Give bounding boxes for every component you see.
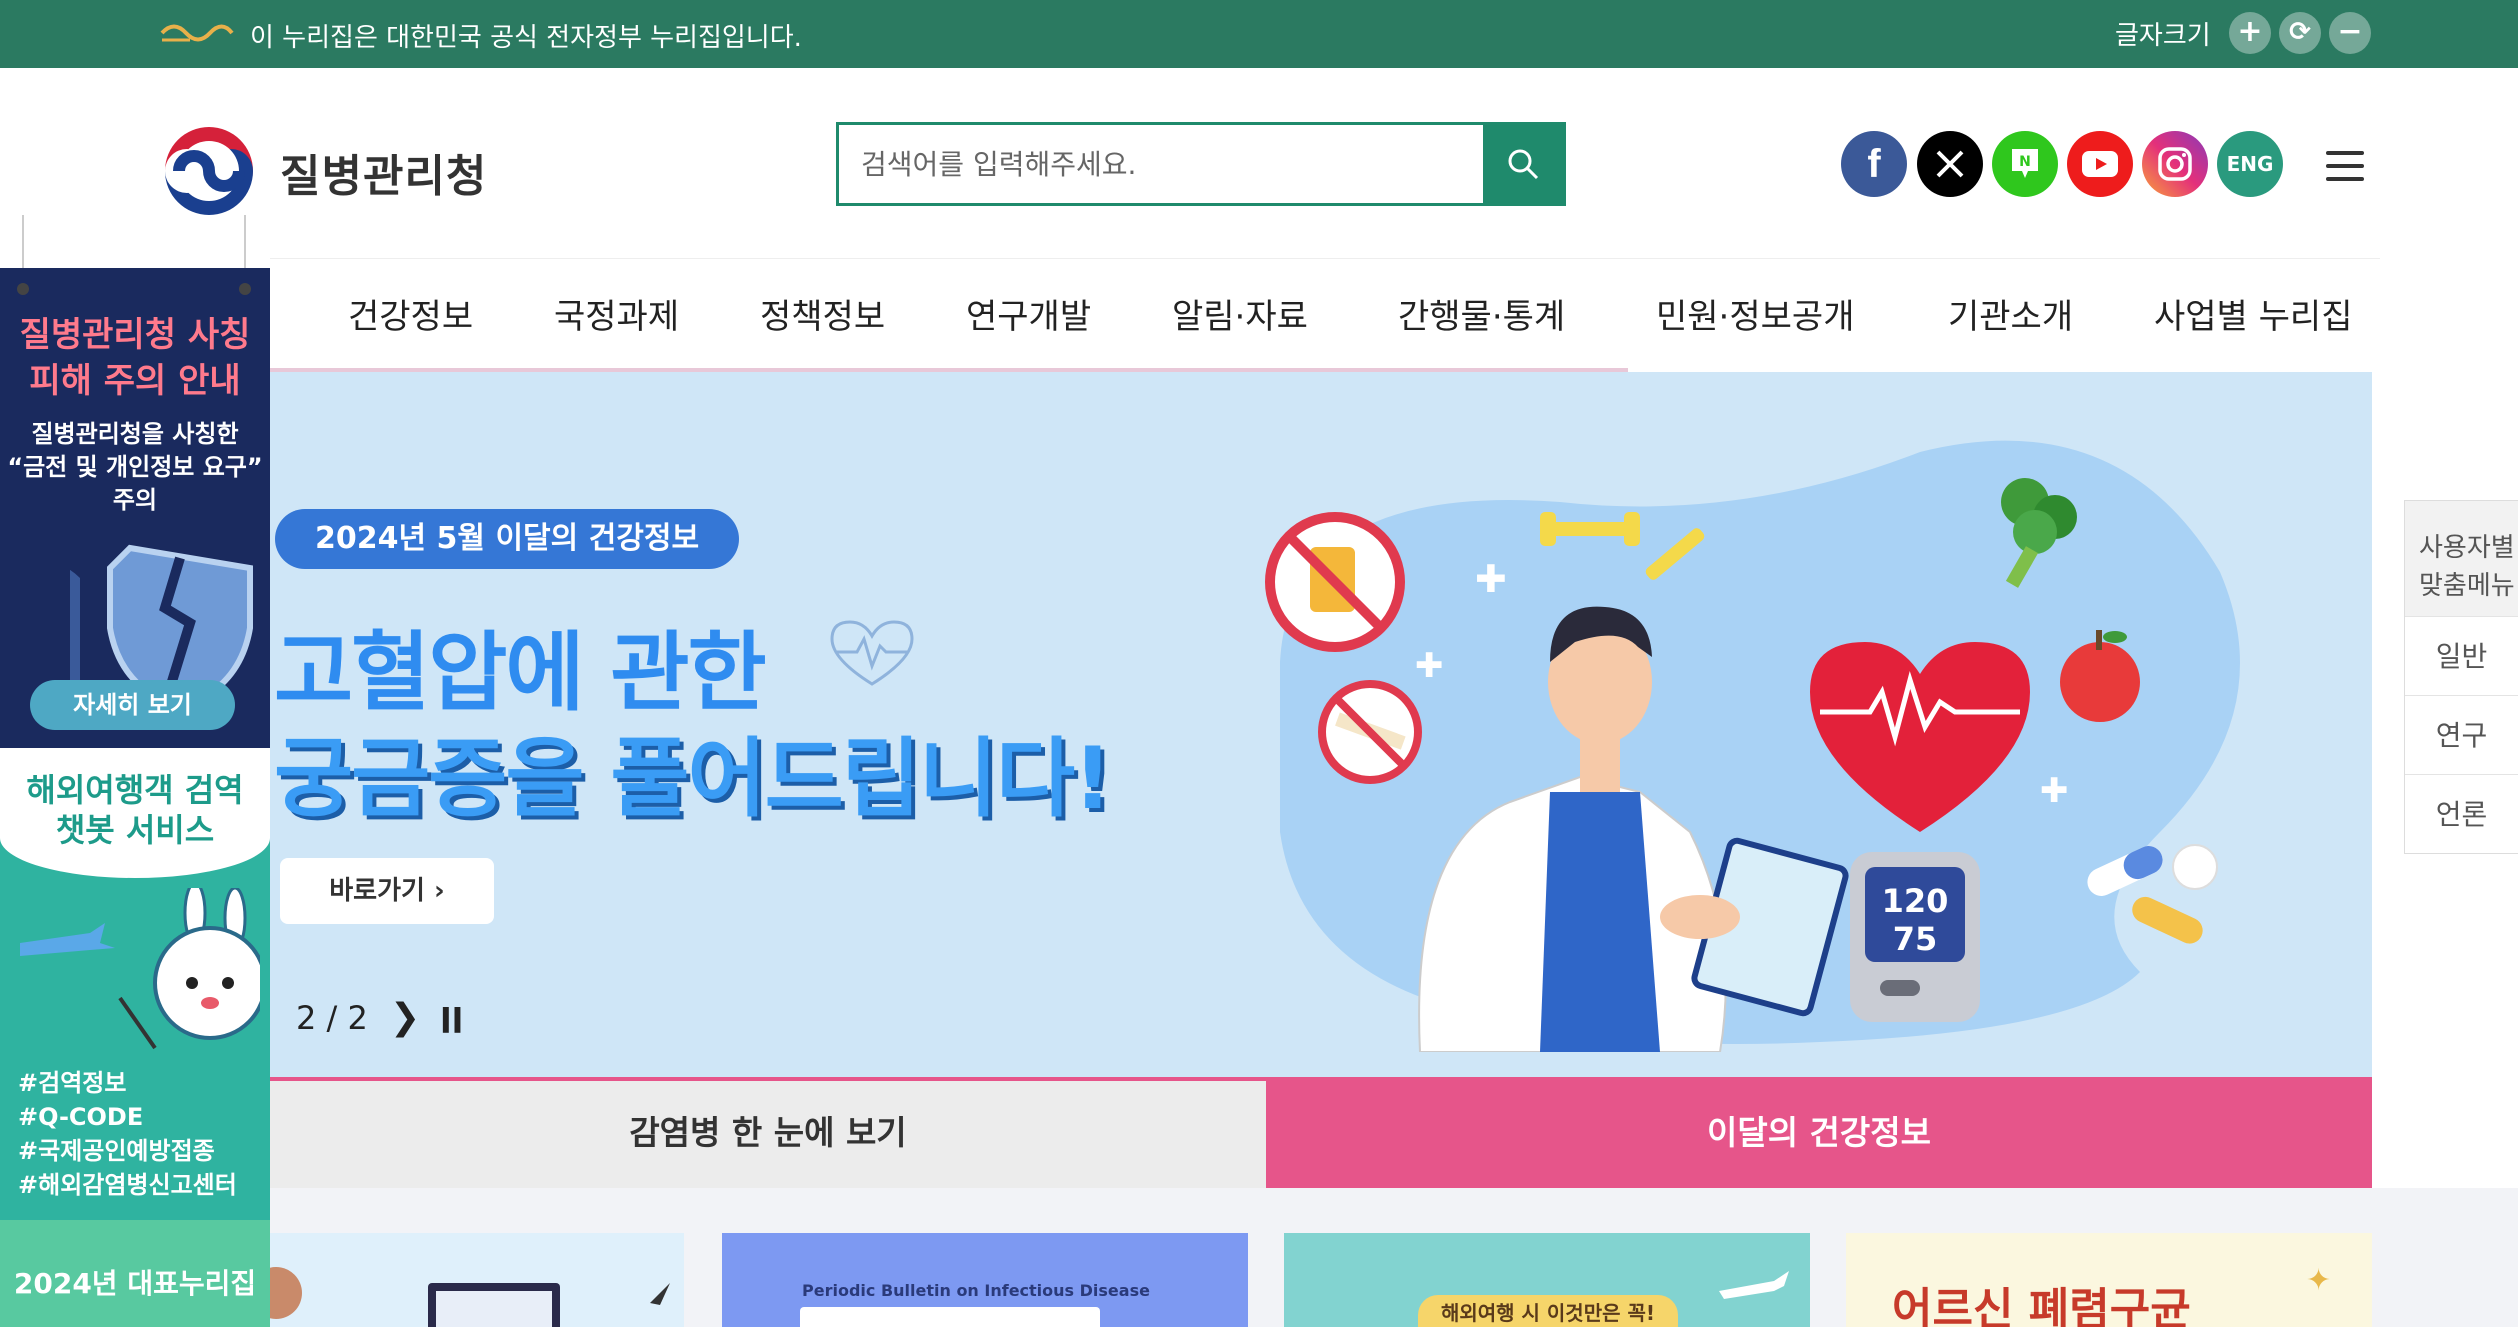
- gnb-policy-info[interactable]: 정책정보: [760, 289, 885, 338]
- blood-pressure-monitor-icon: 120 75: [1850, 852, 1980, 1022]
- monitor-illustration-icon: [270, 1267, 670, 1327]
- main-navigation: 건강정보 국정과제 정책정보 연구개발 알림·자료 간행물·통계 민원·정보공개…: [270, 258, 2380, 370]
- banner1-detail-button[interactable]: 자세히 보기: [30, 680, 235, 730]
- banner3-title: 2024년 대표누리집: [13, 1267, 257, 1300]
- gnb-project-sites[interactable]: 사업별 누리집: [2154, 289, 2353, 338]
- font-reset-button[interactable]: ⟳: [2279, 12, 2321, 54]
- gov-emblem-icon: [160, 24, 234, 42]
- gnb-research[interactable]: 연구개발: [966, 289, 1091, 338]
- search-icon: [1508, 149, 1539, 180]
- quick-menu-press[interactable]: 언론: [2405, 774, 2518, 853]
- airplane-icon: [1719, 1271, 1789, 1299]
- banner1-title: 질병관리청 사칭 피해 주의 안내: [19, 315, 251, 401]
- tab-monthly-health-info[interactable]: 이달의 건강정보: [1266, 1077, 2372, 1188]
- gov-banner-bar: 이 누리집은 대한민국 공식 전자정부 누리집입니다. 글자크기 + ⟳ −: [0, 0, 2518, 68]
- svg-text:✚: ✚: [2040, 771, 2069, 811]
- font-size-label: 글자크기: [2115, 21, 2211, 51]
- hypertension-illustration: ✚ ✚ ✚ 120 75: [1265, 440, 2240, 1052]
- gnb-publications[interactable]: 간행물·통계: [1398, 289, 1565, 338]
- no-smoking-icon: [1318, 680, 1422, 784]
- quick-menu-title: 사용자별 맞춤메뉴: [2405, 501, 2518, 616]
- banner1-text: 질병관리청을 사칭한 “금전 및 개인정보 요구” 주의: [7, 420, 263, 514]
- gnb-national-tasks[interactable]: 국정과제: [554, 289, 679, 338]
- gnb-about[interactable]: 기관소개: [1948, 289, 2073, 338]
- content-card-2[interactable]: Periodic Bulletin on Infectious Disease: [722, 1233, 1248, 1327]
- all-menu-button[interactable]: [2326, 151, 2364, 181]
- quarantine-chatbot-banner[interactable]: 해외여행객 검역 챗봇 서비스 #검역정보 #Q-CODE #국제공인예방접종 …: [0, 748, 270, 1220]
- naver-blog-icon[interactable]: N: [1992, 131, 2058, 197]
- gov-notice-text[interactable]: 이 누리집은 대한민국 공식 전자정부 누리집입니다.: [250, 17, 802, 54]
- font-increase-button[interactable]: +: [2229, 12, 2271, 54]
- travel-label: 해외여행 시 이것만은 꼭!: [1418, 1295, 1678, 1327]
- banner2-tags: #검역정보 #Q-CODE #국제공인예방접종 #해외감염병신고센터: [18, 1069, 237, 1199]
- content-card-4[interactable]: 어르신 폐렴구균 ✦: [1846, 1233, 2372, 1327]
- chevron-right-icon: ›: [434, 876, 445, 906]
- search-form: [836, 122, 1566, 206]
- no-alcohol-icon: [1265, 512, 1405, 652]
- hero-slider: 2024년 5월 이달의 건강정보 고혈압에 관한 궁금증을 풀어드립니다! 바…: [270, 372, 2372, 1077]
- facebook-icon[interactable]: f: [1841, 131, 1907, 197]
- content-card-1[interactable]: [270, 1233, 684, 1327]
- svg-text:✚: ✚: [1415, 646, 1444, 686]
- slide-next-button[interactable]: ❯: [390, 997, 420, 1038]
- quick-menu-general[interactable]: 일반: [2405, 616, 2518, 695]
- youtube-icon[interactable]: [2067, 131, 2133, 197]
- banner2-title: 해외여행객 검역 챗봇 서비스: [26, 771, 244, 849]
- banner-pin-left: [17, 283, 29, 295]
- star-icon: ✦: [2306, 1263, 2332, 1298]
- x-twitter-icon[interactable]: [1917, 131, 1983, 197]
- quick-menu-research[interactable]: 연구: [2405, 695, 2518, 774]
- svg-text:75: 75: [1893, 920, 1938, 958]
- hero-title-line2: 궁금증을 풀어드립니다!: [274, 729, 1112, 829]
- hero-go-button[interactable]: 바로가기 ›: [280, 858, 494, 924]
- gnb-civil-service[interactable]: 민원·정보공개: [1656, 289, 1855, 338]
- tab-infectious-overview[interactable]: 감염병 한 눈에 보기: [270, 1077, 1266, 1188]
- svg-text:N: N: [2019, 154, 2031, 170]
- logo-text[interactable]: 질병관리청: [280, 140, 487, 204]
- search-button[interactable]: [1483, 125, 1563, 203]
- user-quick-menu: 사용자별 맞춤메뉴 일반 연구 언론: [2404, 500, 2518, 854]
- representative-site-banner[interactable]: 2024년 대표누리집: [0, 1220, 270, 1327]
- bulletin-title-bar: [800, 1307, 1100, 1327]
- gnb-news-data[interactable]: 알림·자료: [1172, 289, 1308, 338]
- slide-counter: 2 / 2: [296, 999, 368, 1037]
- shield-icon: [70, 544, 253, 698]
- pneumococcal-label: 어르신 폐렴구균: [1892, 1284, 2191, 1327]
- banner-pin-right: [239, 283, 251, 295]
- kdca-logo-icon[interactable]: [160, 122, 258, 220]
- phishing-warning-banner[interactable]: 질병관리청 사칭 피해 주의 안내 질병관리청을 사칭한 “금전 및 개인정보 …: [0, 268, 270, 748]
- instagram-icon[interactable]: [2142, 131, 2208, 197]
- font-decrease-button[interactable]: −: [2329, 12, 2371, 54]
- search-input[interactable]: [839, 125, 1487, 203]
- gnb-health-info[interactable]: 건강정보: [348, 289, 473, 338]
- heart-line-icon: [830, 620, 914, 686]
- bulletin-subtitle: Periodic Bulletin on Infectious Disease: [802, 1281, 1150, 1300]
- slide-pause-button[interactable]: ll: [440, 1002, 463, 1042]
- english-site-button[interactable]: ENG: [2217, 131, 2283, 197]
- chatbot-mascot-icon: [20, 888, 260, 1050]
- svg-text:120: 120: [1882, 882, 1949, 920]
- svg-text:✚: ✚: [1475, 557, 1507, 601]
- content-card-3[interactable]: 해외여행 시 이것만은 꼭!: [1284, 1233, 1810, 1327]
- hero-badge: 2024년 5월 이달의 건강정보: [275, 509, 740, 569]
